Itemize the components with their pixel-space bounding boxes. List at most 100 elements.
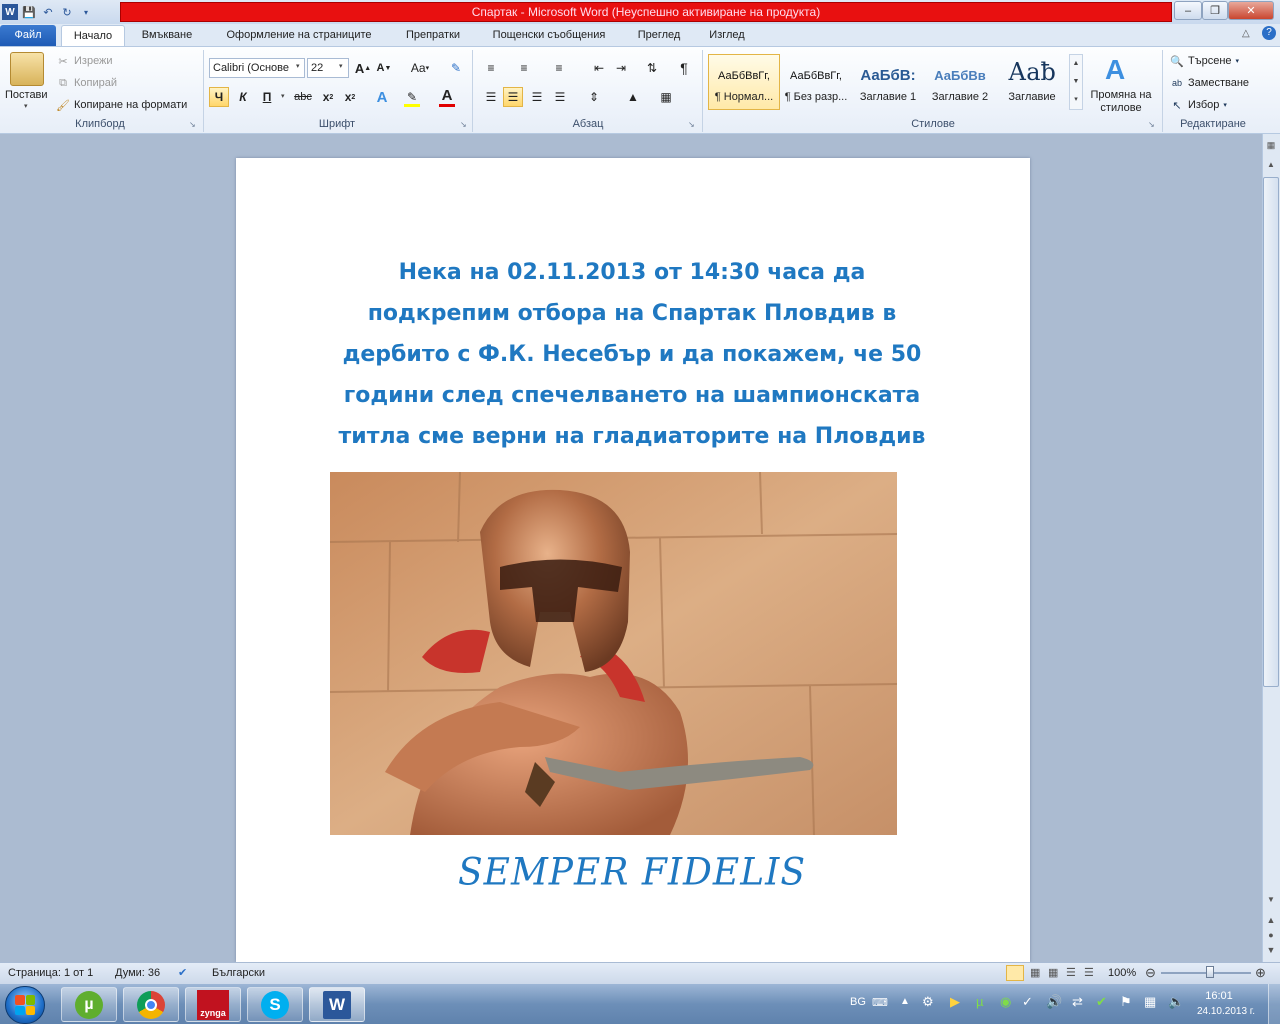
tray-nvidia-icon[interactable]: ◉ [1000, 994, 1011, 1010]
subscript-button[interactable]: x2 [318, 87, 338, 107]
italic-button[interactable]: К [233, 87, 253, 107]
styles-gallery-scroll[interactable]: ▲ ▼ ▾ [1069, 54, 1083, 110]
tray-utorrent-icon[interactable]: µ [976, 994, 984, 1009]
shading-icon[interactable]: ▲ [623, 87, 643, 107]
minimize-ribbon-icon[interactable]: △ [1242, 28, 1250, 39]
underline-dropdown-icon[interactable]: ▾ [281, 92, 285, 100]
previous-page-icon[interactable]: ▲ [1264, 915, 1278, 929]
multilevel-list-icon[interactable]: ≡ [549, 58, 569, 78]
superscript-button[interactable]: x2 [340, 87, 360, 107]
align-left-icon[interactable]: ☰ [481, 87, 501, 107]
tab-review[interactable]: Преглед [625, 25, 693, 46]
format-painter-button[interactable]: 🖌 Копиране на формати [56, 98, 187, 112]
tray-sync-icon[interactable]: ⇄ [1072, 994, 1083, 1010]
zoom-slider-thumb[interactable] [1206, 966, 1214, 978]
scroll-down-icon[interactable]: ▼ [1264, 895, 1278, 909]
taskbar-utorrent[interactable]: µ [61, 987, 117, 1022]
show-hidden-icons[interactable]: ▲ [900, 996, 910, 1007]
paste-dropdown-icon[interactable]: ▾ [24, 102, 28, 110]
tray-app2-icon[interactable]: ✓ [1022, 994, 1033, 1010]
volume-icon[interactable]: 🔊 [1046, 994, 1062, 1010]
styles-launcher-icon[interactable]: ↘ [1148, 120, 1155, 129]
align-center-icon[interactable]: ☰ [503, 87, 523, 107]
find-button[interactable]: 🔍 Търсене ▾ [1170, 54, 1239, 68]
tab-home[interactable]: Начало [61, 25, 125, 46]
tab-mailings[interactable]: Пощенски съобщения [477, 25, 621, 46]
replace-button[interactable]: ab Заместване [1170, 76, 1249, 90]
language-status[interactable]: Български [212, 962, 265, 984]
font-name-arrow-icon[interactable]: ▾ [296, 62, 300, 70]
bullets-icon[interactable]: ≡ [481, 58, 501, 78]
scroll-thumb[interactable] [1263, 177, 1279, 687]
cut-button[interactable]: ✂ Изрежи [56, 54, 112, 68]
proofing-icon[interactable]: ✔ [178, 962, 187, 984]
text-effects-icon[interactable]: A [372, 87, 392, 107]
change-styles-button[interactable]: Промяна на стилове [1086, 89, 1156, 115]
style-no-spacing[interactable]: АаБбВвГг, ¶ Без разр... [780, 54, 852, 110]
help-icon[interactable]: ? [1262, 26, 1276, 40]
change-styles-icon[interactable]: A [1105, 54, 1125, 86]
tray-app-icon[interactable]: ⚙ [922, 994, 934, 1010]
taskbar-zynga[interactable]: zynga [185, 987, 241, 1022]
scroll-up-icon[interactable]: ▲ [1264, 160, 1278, 174]
taskbar-skype[interactable]: S [247, 987, 303, 1022]
page-count-status[interactable]: Страница: 1 от 1 [8, 962, 93, 984]
zoom-level[interactable]: 100% [1108, 962, 1136, 984]
print-layout-view-icon[interactable] [1006, 965, 1024, 981]
tray-media-icon[interactable]: ▶ [950, 994, 960, 1010]
copy-button[interactable]: ⧉ Копирай [56, 76, 117, 90]
action-center-icon[interactable]: ⚑ [1120, 994, 1132, 1010]
bold-button[interactable]: Ч [209, 87, 229, 107]
customize-qat-icon[interactable]: ▾ [78, 4, 94, 20]
font-name-dropdown[interactable]: Calibri (Основе [209, 58, 305, 78]
redo-icon[interactable]: ↻ [59, 4, 75, 20]
tab-view[interactable]: Изглед [697, 25, 757, 46]
network-icon[interactable]: ▦ [1144, 994, 1156, 1010]
line-spacing-icon[interactable]: ⇕ [584, 87, 604, 107]
clock-date[interactable]: 24.10.2013 г. [1186, 1006, 1266, 1017]
taskbar-word[interactable]: W [309, 987, 365, 1022]
word-app-icon[interactable]: W [2, 4, 18, 20]
select-button[interactable]: ↖ Избор ▾ [1170, 98, 1227, 112]
clock-time[interactable]: 16:01 [1190, 990, 1248, 1002]
borders-icon[interactable]: ▦ [656, 87, 676, 107]
tab-file[interactable]: Файл [0, 25, 56, 46]
style-heading-1[interactable]: АаБбВ: Заглавие 1 [852, 54, 924, 110]
speaker-icon[interactable]: 🔈 [1168, 994, 1184, 1010]
gladiator-photo[interactable] [330, 472, 897, 835]
numbering-icon[interactable]: ≡ [514, 58, 534, 78]
maximize-button[interactable]: ❐ [1202, 1, 1228, 20]
clipboard-launcher-icon[interactable]: ↘ [189, 120, 196, 129]
ruler-toggle-icon[interactable]: ▦ [1264, 140, 1278, 154]
word-count-status[interactable]: Думи: 36 [115, 962, 160, 984]
full-screen-view-icon[interactable]: ▦ [1030, 962, 1040, 984]
browse-object-icon[interactable]: ● [1264, 930, 1278, 944]
style-heading-2[interactable]: АаБбВв Заглавие 2 [924, 54, 996, 110]
next-page-icon[interactable]: ▼ [1264, 945, 1278, 959]
clear-formatting-icon[interactable]: ✎ [446, 58, 466, 78]
save-icon[interactable]: 💾 [21, 4, 37, 20]
keyboard-icon[interactable]: ⌨ [872, 996, 888, 1009]
grow-font-button[interactable]: A ▲ [353, 58, 373, 78]
tray-security-icon[interactable]: ✔ [1096, 994, 1107, 1010]
justify-icon[interactable]: ☰ [550, 87, 570, 107]
taskbar-chrome[interactable] [123, 987, 179, 1022]
sort-icon[interactable]: ⇅ [642, 58, 662, 78]
paste-icon[interactable] [10, 52, 44, 86]
paste-button[interactable]: Постави [5, 89, 48, 101]
close-button[interactable]: ✕ [1228, 1, 1274, 20]
underline-button[interactable]: П [257, 87, 277, 107]
style-normal[interactable]: АаБбВвГг, ¶ Нормал... [708, 54, 780, 110]
shrink-font-button[interactable]: A ▼ [374, 58, 394, 78]
show-formatting-icon[interactable]: ¶ [674, 58, 694, 78]
minimize-button[interactable]: – [1174, 1, 1202, 20]
strikethrough-button[interactable]: abc [291, 87, 315, 107]
web-layout-view-icon[interactable]: ▦ [1048, 962, 1058, 984]
zoom-in-icon[interactable]: ⊕ [1255, 962, 1266, 984]
draft-view-icon[interactable]: ☰ [1084, 962, 1094, 984]
font-color-icon[interactable]: A [437, 85, 457, 105]
outline-view-icon[interactable]: ☰ [1066, 962, 1076, 984]
font-launcher-icon[interactable]: ↘ [460, 120, 467, 129]
style-title[interactable]: Ааƀ Заглавие [996, 54, 1068, 110]
input-language-indicator[interactable]: BG [850, 996, 866, 1008]
